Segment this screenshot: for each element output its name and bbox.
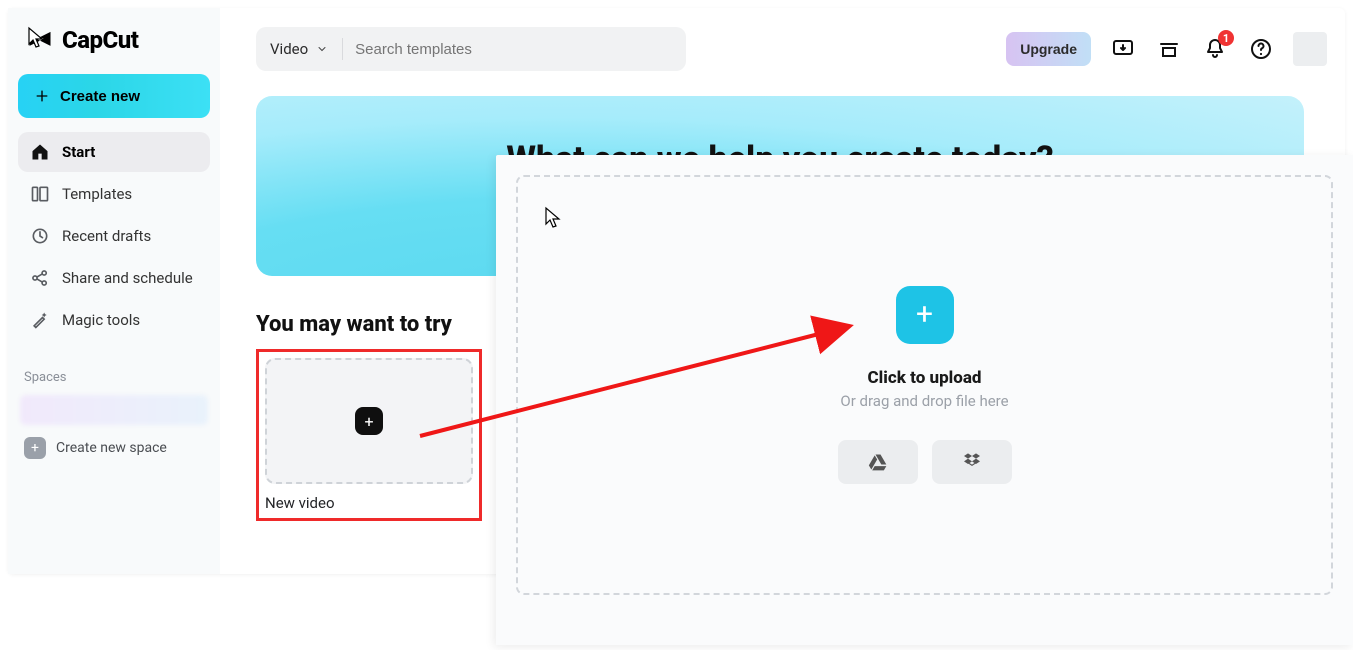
upload-subtitle: Or drag and drop file here	[840, 392, 1008, 410]
magic-wand-icon	[30, 310, 50, 330]
category-label: Video	[270, 40, 308, 58]
create-space-label: Create new space	[56, 440, 167, 456]
upload-button[interactable]: +	[896, 286, 954, 344]
nav-item-start[interactable]: Start	[18, 132, 210, 172]
library-icon[interactable]	[1155, 35, 1183, 63]
create-new-label: Create new	[60, 88, 140, 105]
plus-icon: +	[355, 407, 383, 435]
nav-label: Templates	[62, 185, 132, 203]
nav-label: Recent drafts	[62, 227, 151, 245]
clock-icon	[30, 226, 50, 246]
cloud-sources	[838, 440, 1012, 484]
create-new-space-button[interactable]: + Create new space	[18, 433, 210, 463]
notification-badge: 1	[1218, 30, 1234, 46]
nav-label: Start	[62, 143, 95, 161]
annotation-highlight-box: + New video	[256, 349, 482, 521]
share-icon	[30, 268, 50, 288]
templates-icon	[30, 184, 50, 204]
capcut-logo-icon	[26, 26, 54, 54]
space-item-redacted[interactable]	[20, 395, 208, 425]
nav-list: Start Templates Recent drafts Share and …	[18, 132, 210, 340]
brand-text: CapCut	[62, 26, 138, 54]
avatar[interactable]	[1293, 32, 1327, 66]
dropbox-icon	[960, 452, 984, 472]
search-container: Video	[256, 27, 686, 71]
plus-icon	[34, 88, 50, 104]
nav-label: Magic tools	[62, 311, 140, 329]
chevron-down-icon	[316, 43, 328, 55]
help-icon[interactable]	[1247, 35, 1275, 63]
dropbox-button[interactable]	[932, 440, 1012, 484]
google-drive-button[interactable]	[838, 440, 918, 484]
download-desktop-icon[interactable]	[1109, 35, 1137, 63]
search-category-select[interactable]: Video	[256, 27, 342, 71]
new-video-card[interactable]: +	[265, 358, 473, 484]
create-new-button[interactable]: Create new	[18, 74, 210, 118]
notifications-icon[interactable]: 1	[1201, 35, 1229, 63]
topbar-right: Upgrade 1	[1006, 32, 1327, 66]
nav-label: Share and schedule	[62, 269, 193, 287]
google-drive-icon	[867, 452, 889, 472]
upload-title: Click to upload	[868, 368, 982, 388]
upload-dropzone[interactable]: + Click to upload Or drag and drop file …	[516, 175, 1333, 595]
spaces-heading: Spaces	[18, 370, 210, 385]
nav-item-magic-tools[interactable]: Magic tools	[18, 300, 210, 340]
plus-icon: +	[916, 300, 933, 330]
sidebar: CapCut Create new Start Templates	[8, 8, 220, 574]
topbar: Video Upgrade 1	[256, 26, 1327, 72]
plus-icon: +	[24, 437, 46, 459]
upload-panel: + Click to upload Or drag and drop file …	[496, 155, 1353, 645]
nav-item-templates[interactable]: Templates	[18, 174, 210, 214]
nav-item-recent-drafts[interactable]: Recent drafts	[18, 216, 210, 256]
nav-item-share-schedule[interactable]: Share and schedule	[18, 258, 210, 298]
card-caption: New video	[265, 494, 473, 512]
upgrade-button[interactable]: Upgrade	[1006, 32, 1091, 66]
brand-logo[interactable]: CapCut	[18, 26, 210, 68]
search-input[interactable]	[343, 41, 686, 58]
home-icon	[30, 142, 50, 162]
